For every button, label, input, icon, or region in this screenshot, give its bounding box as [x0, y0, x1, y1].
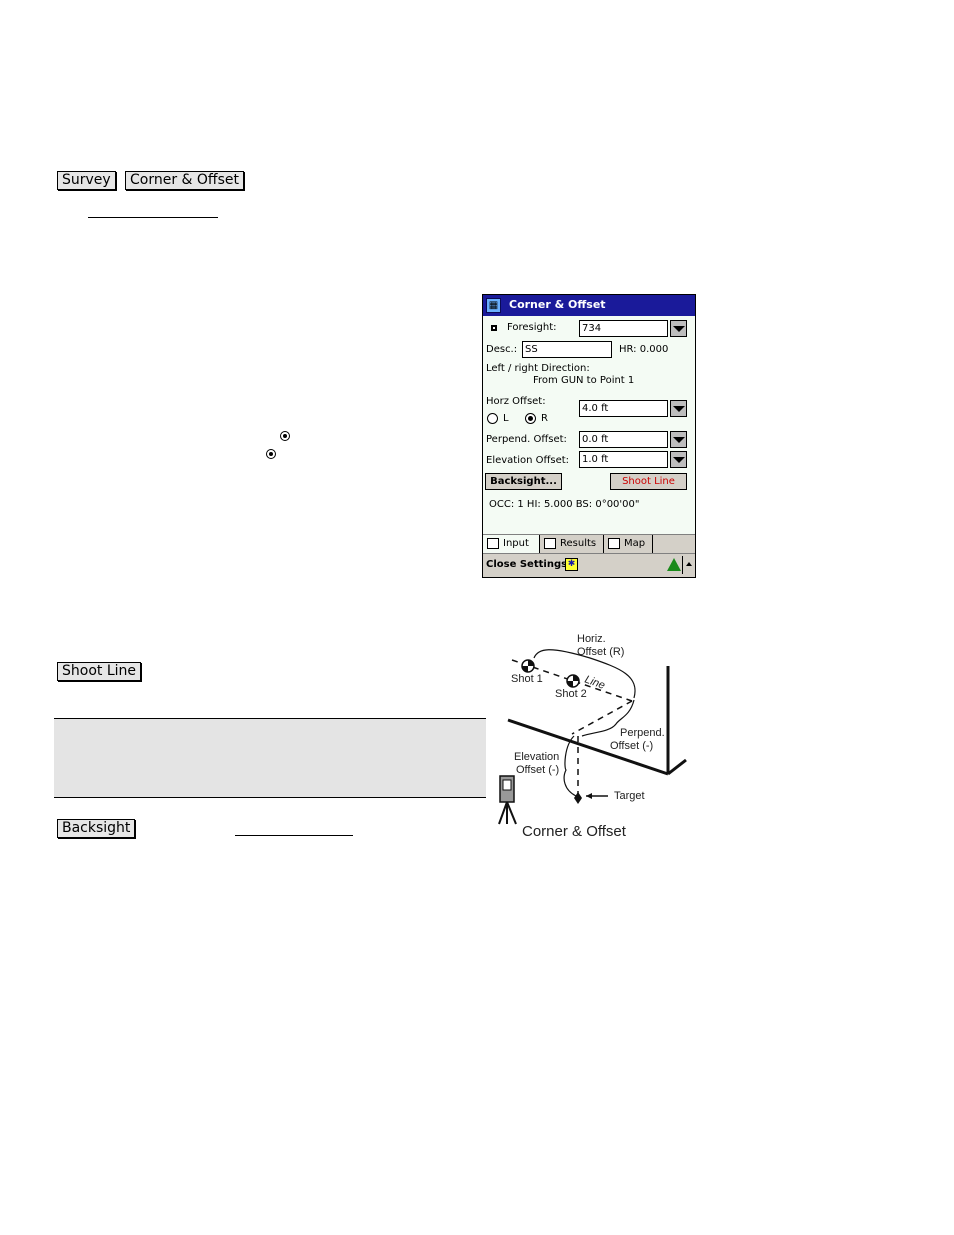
radio-right[interactable]: [525, 413, 536, 424]
divider: [682, 556, 683, 574]
note-box: [54, 718, 486, 798]
elevation-offset-dropdown-button[interactable]: [670, 451, 687, 468]
foresight-field[interactable]: 734: [579, 320, 668, 337]
total-station-icon: [498, 775, 517, 825]
desc-field[interactable]: SS: [522, 341, 612, 358]
map-icon: [608, 538, 620, 549]
elevation-offset-field[interactable]: 1.0 ft: [579, 451, 668, 468]
horz-offset-field[interactable]: 4.0 ft: [579, 400, 668, 417]
foresight-bullet-icon: [491, 325, 497, 331]
diagram-caption: Corner & Offset: [522, 823, 627, 840]
tab-bar: Input Results Map: [483, 534, 695, 554]
corner-offset-button[interactable]: Corner & Offset: [125, 171, 244, 190]
backsight-button[interactable]: Backsight...: [485, 473, 562, 490]
command-bar: Close Settings ✱: [483, 553, 695, 577]
hr-readout: HR: 0.000: [619, 344, 669, 355]
tab-input[interactable]: Input: [483, 535, 540, 553]
logo-triangle-icon[interactable]: [667, 558, 681, 571]
results-icon: [544, 538, 556, 549]
lr-direction-value: From GUN to Point 1: [533, 375, 635, 386]
wall-return: [667, 758, 687, 776]
tab-map[interactable]: Map: [604, 535, 653, 553]
horz-offset-label: Horz Offset:: [486, 396, 546, 407]
label-elevation-offset: Offset (-): [516, 764, 559, 776]
target-marker-icon: [574, 792, 582, 804]
star-icon[interactable]: ✱: [565, 558, 578, 571]
label-horiz-offset: Horiz.: [577, 633, 606, 645]
tab-results[interactable]: Results: [540, 535, 604, 553]
label-shot2: Shot 2: [555, 688, 587, 700]
corner-offset-diagram: Horiz. Offset (R) Shot 1 Shot 2 Line Per…: [498, 633, 687, 840]
radio-right-label: R: [541, 413, 548, 424]
label-shot1: Shot 1: [511, 673, 543, 685]
close-settings-menu[interactable]: Close Settings: [486, 559, 567, 570]
underline-link-placeholder: [235, 835, 353, 836]
status-line: OCC: 1 HI: 5.000 BS: 0°00'00": [489, 499, 640, 510]
label-target: Target: [614, 790, 645, 802]
sip-up-arrow-icon[interactable]: [686, 562, 692, 566]
perpend-offset-label: Perpend. Offset:: [486, 434, 567, 445]
radio-selected-icon: [266, 449, 276, 459]
perpend-offset-field[interactable]: 0.0 ft: [579, 431, 668, 448]
foresight-label: Foresight:: [507, 322, 557, 333]
underline-link-placeholder: [88, 217, 218, 218]
desc-label: Desc.:: [486, 344, 518, 355]
elevation-offset-label: Elevation Offset:: [486, 455, 570, 466]
shoot-line-key[interactable]: Shoot Line: [57, 662, 142, 681]
form-icon: [487, 538, 499, 549]
elevation-brace: [563, 735, 577, 797]
shoot-line-button[interactable]: Shoot Line: [610, 473, 687, 490]
backsight-key[interactable]: Backsight: [57, 819, 136, 838]
foresight-dropdown-button[interactable]: [670, 320, 687, 337]
window-title: Corner & Offset: [509, 298, 606, 311]
label-perpend-offset: Offset (-): [610, 740, 653, 752]
label-perpend: Perpend.: [620, 727, 665, 739]
radio-left-label: L: [503, 413, 509, 424]
perpend-offset-dropdown-button[interactable]: [670, 431, 687, 448]
horz-offset-dropdown-button[interactable]: [670, 400, 687, 417]
lr-direction-label: Left / right Direction:: [486, 363, 590, 374]
device-screen: ▦ Corner & Offset Foresight: 734 Desc.: …: [482, 294, 696, 578]
label-horiz-offset-r: Offset (R): [577, 646, 624, 658]
radio-left[interactable]: [487, 413, 498, 424]
title-bar: ▦ Corner & Offset: [483, 295, 695, 316]
app-icon[interactable]: ▦: [486, 298, 501, 313]
survey-button[interactable]: Survey: [57, 171, 116, 190]
radio-selected-icon: [280, 431, 290, 441]
label-elevation: Elevation: [514, 751, 559, 763]
